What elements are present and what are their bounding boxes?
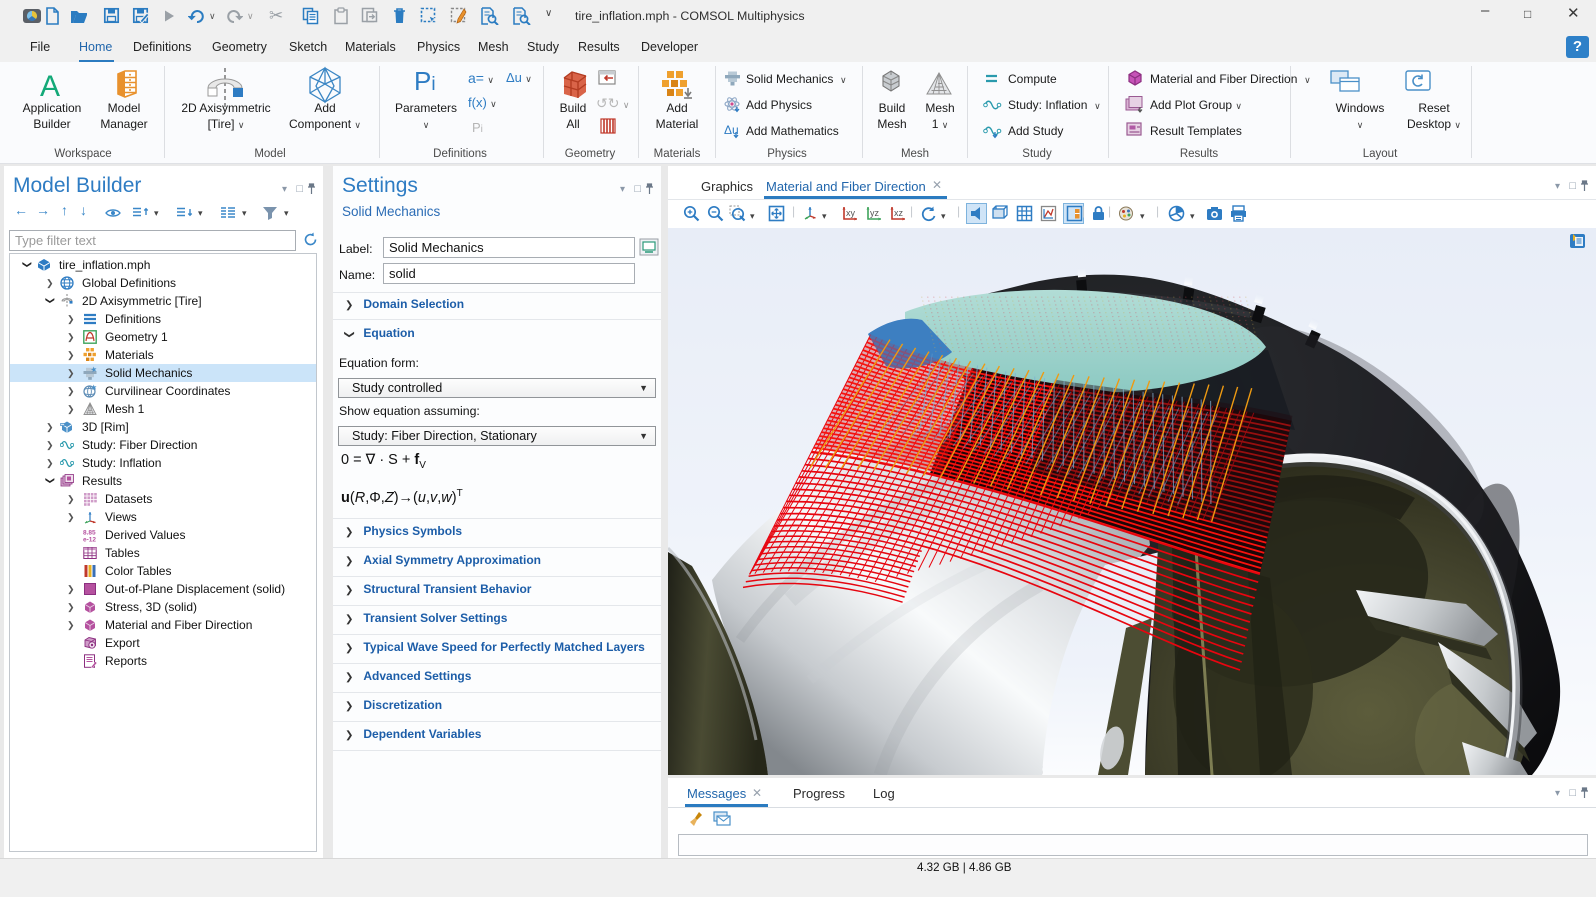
svg-text:e-12: e-12: [83, 537, 96, 543]
svg-text:8.85: 8.85: [83, 530, 96, 537]
svg-text:xy: xy: [846, 208, 856, 218]
svg-text:xz: xz: [894, 208, 904, 218]
svg-text:yz: yz: [870, 208, 880, 218]
